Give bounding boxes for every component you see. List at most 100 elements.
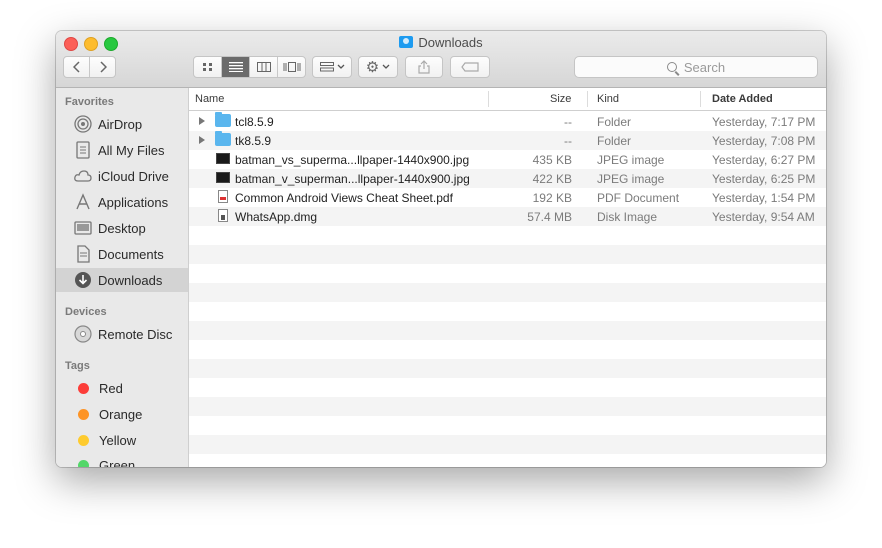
- sidebar-item-label: Downloads: [98, 272, 163, 288]
- sidebar-item-label: Desktop: [98, 220, 146, 236]
- file-name: batman_vs_superma...llpaper-1440x900.jpg: [235, 153, 470, 167]
- empty-row: [189, 283, 826, 302]
- cover-flow-icon: [283, 62, 300, 72]
- file-kind: Folder: [597, 134, 632, 148]
- downloads-folder-icon: [399, 36, 414, 48]
- empty-row: [189, 397, 826, 416]
- arrange-icon: [319, 62, 334, 72]
- image-file-icon: [216, 172, 230, 183]
- sidebar-item-label: Yellow: [99, 432, 137, 448]
- file-size: --: [564, 134, 572, 148]
- file-name: batman_v_superman...llpaper-1440x900.jpg: [235, 172, 470, 186]
- share-button[interactable]: [405, 56, 443, 78]
- table-row[interactable]: batman_vs_superma...llpaper-1440x900.jpg…: [189, 150, 826, 169]
- sidebar-item-documents[interactable]: Documents: [56, 242, 188, 266]
- column-header-size[interactable]: Size: [550, 93, 571, 105]
- file-date-added: Yesterday, 9:54 AM: [712, 210, 815, 224]
- sidebar-item-label: Orange: [99, 406, 143, 422]
- chevron-right-icon: [99, 61, 107, 73]
- sidebar-item-remote-disc[interactable]: Remote Disc: [56, 322, 188, 346]
- sidebar-item-applications[interactable]: Applications: [56, 190, 188, 214]
- file-kind: Disk Image: [597, 210, 658, 224]
- search-field[interactable]: Search: [574, 56, 818, 78]
- sidebar-item-desktop[interactable]: Desktop: [56, 216, 188, 240]
- list-view-button[interactable]: [222, 57, 250, 77]
- sidebar-tag-yellow[interactable]: Yellow: [56, 428, 188, 452]
- view-mode-segment: [193, 56, 306, 78]
- column-divider[interactable]: [700, 91, 701, 107]
- search-icon: [666, 62, 677, 72]
- sidebar-item-label: Documents: [98, 246, 164, 262]
- image-file-icon: [216, 153, 230, 164]
- sidebar-item-label: AirDrop: [98, 116, 143, 132]
- file-size: 435 KB: [532, 153, 572, 167]
- empty-row: [189, 245, 826, 264]
- empty-row: [189, 359, 826, 378]
- column-divider[interactable]: [488, 91, 489, 107]
- empty-row: [189, 435, 826, 454]
- empty-row: [189, 378, 826, 397]
- table-row[interactable]: WhatsApp.dmg 57.4 MB Disk Image Yesterday, …: [189, 207, 826, 226]
- file-date-added: Yesterday, 1:54 PM: [712, 191, 816, 205]
- sidebar-item-label: iCloud Drive: [98, 168, 169, 184]
- search-placeholder: Search: [683, 59, 726, 75]
- sidebar-item-label: All My Files: [98, 142, 165, 158]
- arrange-button[interactable]: [312, 56, 352, 78]
- file-size: 422 KB: [532, 172, 572, 186]
- cloud-icon: [74, 167, 92, 185]
- folder-icon: [215, 112, 231, 127]
- empty-row: [189, 340, 826, 359]
- chevron-down-icon: [337, 64, 344, 69]
- disclosure-triangle-icon[interactable]: [199, 136, 205, 144]
- chevron-left-icon: [72, 61, 80, 73]
- empty-row: [189, 321, 826, 340]
- table-row[interactable]: Common Android Views Cheat Sheet.pdf 192 …: [189, 188, 826, 207]
- empty-row: [189, 226, 826, 245]
- column-view-button[interactable]: [250, 57, 278, 77]
- desktop-icon: [74, 219, 92, 237]
- list-icon: [228, 62, 243, 72]
- column-header-name[interactable]: Name: [195, 93, 224, 105]
- sidebar-heading-devices: Devices: [65, 306, 107, 318]
- table-row[interactable]: tcl8.5.9 -- Folder Yesterday, 7:17 PM: [189, 112, 826, 131]
- sidebar-tag-green[interactable]: Green: [56, 453, 188, 467]
- sidebar-tag-orange[interactable]: Orange: [56, 402, 188, 426]
- sidebar-item-label: Remote Disc: [98, 326, 173, 342]
- applications-icon: [74, 193, 92, 211]
- tag-icon: [461, 62, 479, 72]
- forward-button[interactable]: [90, 57, 115, 77]
- file-name: WhatsApp.dmg: [235, 210, 318, 224]
- sidebar-tag-red[interactable]: Red: [56, 376, 188, 400]
- sidebar-item-airdrop[interactable]: AirDrop: [56, 112, 188, 136]
- sidebar-item-all-my-files[interactable]: All My Files: [56, 138, 188, 162]
- column-header-date-added[interactable]: Date Added: [712, 93, 773, 105]
- downloads-icon: [74, 271, 92, 289]
- orange-tag-dot: [78, 408, 89, 420]
- icon-view-button[interactable]: [194, 57, 222, 77]
- back-button[interactable]: [64, 57, 90, 77]
- green-tag-dot: [78, 459, 89, 467]
- action-button[interactable]: ⚙: [358, 56, 398, 78]
- folder-icon: [215, 131, 231, 146]
- file-date-added: Yesterday, 7:17 PM: [712, 115, 816, 129]
- window-title: Downloads: [56, 35, 826, 50]
- cover-flow-view-button[interactable]: [278, 57, 305, 77]
- disk-image-icon: [218, 209, 228, 222]
- table-row[interactable]: tk8.5.9 -- Folder Yesterday, 7:08 PM: [189, 131, 826, 150]
- file-kind: PDF Document: [597, 191, 680, 205]
- file-kind: JPEG image: [597, 153, 665, 167]
- column-header-kind[interactable]: Kind: [597, 93, 619, 105]
- sidebar-item-icloud-drive[interactable]: iCloud Drive: [56, 164, 188, 188]
- tags-button[interactable]: [450, 56, 490, 78]
- sidebar-heading-favorites: Favorites: [65, 96, 114, 108]
- sidebar-item-downloads[interactable]: Downloads: [56, 268, 188, 292]
- table-row[interactable]: batman_v_superman...llpaper-1440x900.jpg…: [189, 169, 826, 188]
- empty-row: [189, 454, 826, 467]
- documents-icon: [74, 245, 92, 263]
- column-divider[interactable]: [587, 91, 588, 107]
- file-list: Name Size Kind Date Added tcl8.5.9 -- Fold…: [189, 88, 826, 467]
- pdf-file-icon: [218, 190, 228, 203]
- chevron-down-icon: [382, 64, 390, 69]
- disclosure-triangle-icon[interactable]: [199, 117, 205, 125]
- sidebar-heading-tags: Tags: [65, 360, 90, 372]
